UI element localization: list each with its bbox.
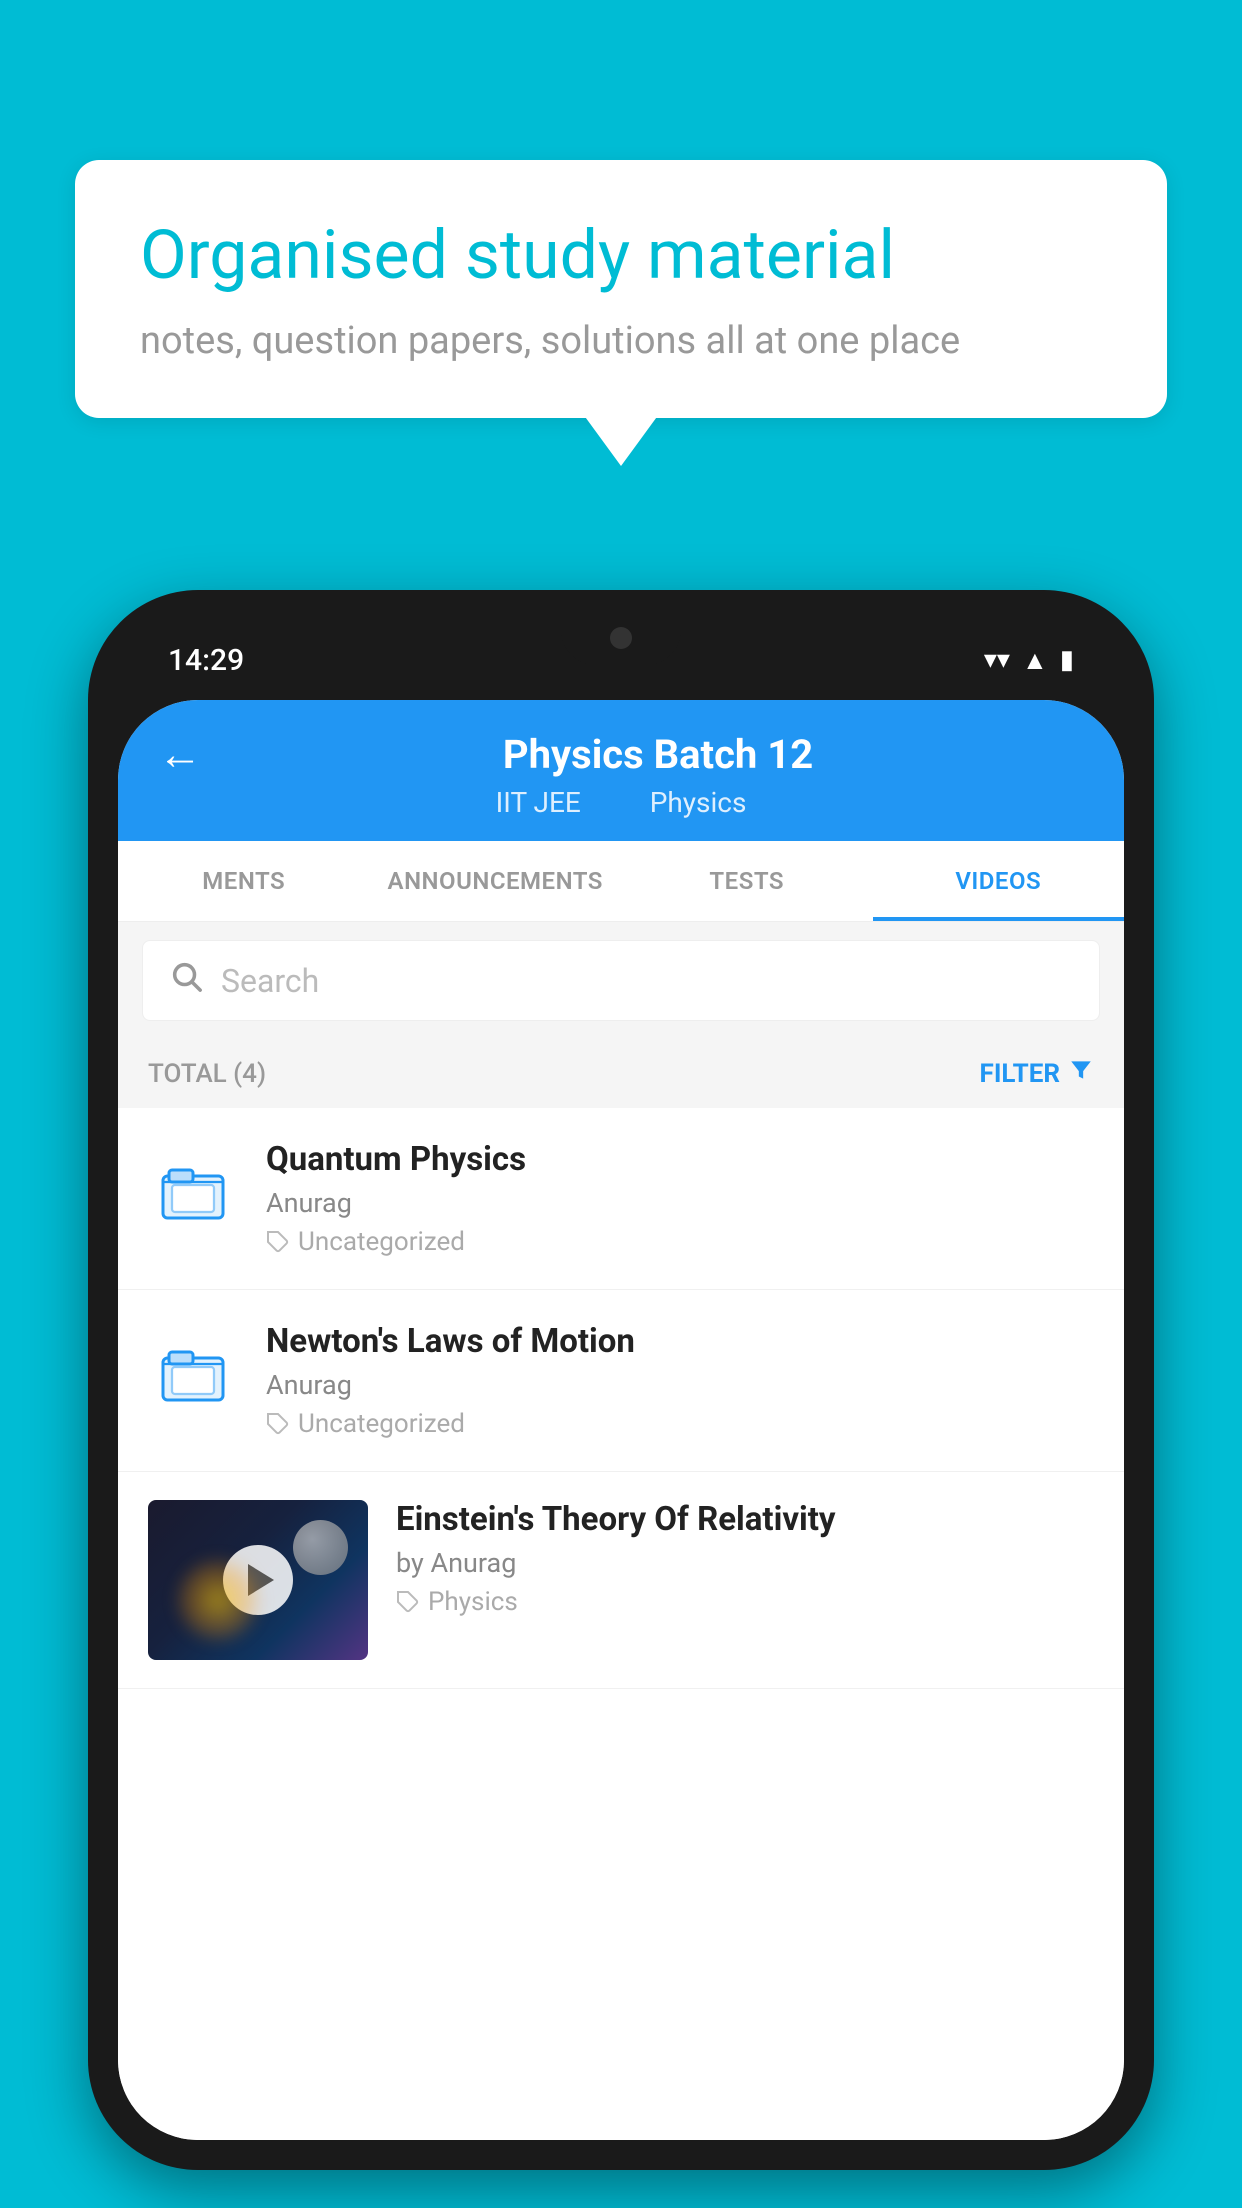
phone-container: 14:29 ▾▾ ▲ ▮ ← Physics Batch 12 IIT JEE: [88, 590, 1154, 2170]
tag-label: Uncategorized: [298, 1227, 465, 1257]
speech-bubble-heading: Organised study material: [140, 215, 1102, 297]
video-tag: Uncategorized: [266, 1409, 1094, 1439]
filter-button[interactable]: FILTER: [980, 1057, 1094, 1090]
video-author: by Anurag: [396, 1547, 1094, 1579]
tab-ments[interactable]: MENTS: [118, 841, 370, 921]
video-title: Newton's Laws of Motion: [266, 1322, 1094, 1361]
video-author: Anurag: [266, 1369, 1094, 1401]
status-icons: ▾▾ ▲ ▮: [984, 645, 1074, 676]
folder-icon: [148, 1328, 238, 1418]
search-box[interactable]: Search: [142, 940, 1100, 1021]
camera-dot: [610, 627, 632, 649]
tab-tests[interactable]: TESTS: [621, 841, 873, 921]
video-info: Quantum Physics Anurag Uncategorized: [266, 1140, 1094, 1257]
app-bar-subtitle: IIT JEE Physics: [158, 786, 1084, 819]
app-bar-tag1: IIT JEE: [496, 786, 581, 819]
speech-bubble-subtext: notes, question papers, solutions all at…: [140, 319, 1102, 363]
thumbnail-glow: [178, 1560, 258, 1640]
notch: [561, 610, 681, 665]
video-info: Newton's Laws of Motion Anurag Uncategor…: [266, 1322, 1094, 1439]
app-bar-top: ← Physics Batch 12: [158, 728, 1084, 780]
signal-icon: ▲: [1022, 645, 1048, 676]
battery-icon: ▮: [1060, 645, 1074, 675]
status-time: 14:29: [168, 643, 244, 678]
total-count: TOTAL (4): [148, 1059, 266, 1089]
phone-screen: ← Physics Batch 12 IIT JEE Physics MENTS…: [118, 700, 1124, 2140]
app-bar: ← Physics Batch 12 IIT JEE Physics: [118, 700, 1124, 841]
app-bar-separator: [612, 786, 619, 819]
search-container: Search: [118, 922, 1124, 1039]
search-icon: [169, 959, 203, 1002]
filter-label: FILTER: [980, 1059, 1060, 1089]
thumbnail-planet: [293, 1520, 348, 1575]
tabs-container: MENTS ANNOUNCEMENTS TESTS VIDEOS: [118, 841, 1124, 922]
video-title: Quantum Physics: [266, 1140, 1094, 1179]
wifi-icon: ▾▾: [984, 645, 1010, 675]
filter-bar: TOTAL (4) FILTER: [118, 1039, 1124, 1108]
tag-label: Physics: [428, 1587, 518, 1617]
speech-bubble-container: Organised study material notes, question…: [75, 160, 1167, 418]
search-placeholder: Search: [221, 962, 319, 1000]
phone-outer: 14:29 ▾▾ ▲ ▮ ← Physics Batch 12 IIT JEE: [88, 590, 1154, 2170]
video-list: Quantum Physics Anurag Uncategorized: [118, 1108, 1124, 2140]
video-author: Anurag: [266, 1187, 1094, 1219]
list-item[interactable]: Einstein's Theory Of Relativity by Anura…: [118, 1472, 1124, 1689]
list-item[interactable]: Quantum Physics Anurag Uncategorized: [118, 1108, 1124, 1290]
tab-videos[interactable]: VIDEOS: [873, 841, 1125, 921]
list-item[interactable]: Newton's Laws of Motion Anurag Uncategor…: [118, 1290, 1124, 1472]
filter-icon: [1068, 1057, 1094, 1090]
tag-label: Uncategorized: [298, 1409, 465, 1439]
tab-announcements[interactable]: ANNOUNCEMENTS: [370, 841, 622, 921]
video-tag: Uncategorized: [266, 1227, 1094, 1257]
app-bar-tag2: Physics: [650, 786, 747, 819]
status-bar: 14:29 ▾▾ ▲ ▮: [118, 620, 1124, 700]
video-info: Einstein's Theory Of Relativity by Anura…: [396, 1500, 1094, 1617]
app-bar-title: Physics Batch 12: [232, 731, 1084, 778]
speech-bubble: Organised study material notes, question…: [75, 160, 1167, 418]
folder-icon: [148, 1146, 238, 1236]
back-button[interactable]: ←: [158, 728, 202, 780]
video-tag: Physics: [396, 1587, 1094, 1617]
video-thumbnail[interactable]: [148, 1500, 368, 1660]
video-title: Einstein's Theory Of Relativity: [396, 1500, 1094, 1539]
